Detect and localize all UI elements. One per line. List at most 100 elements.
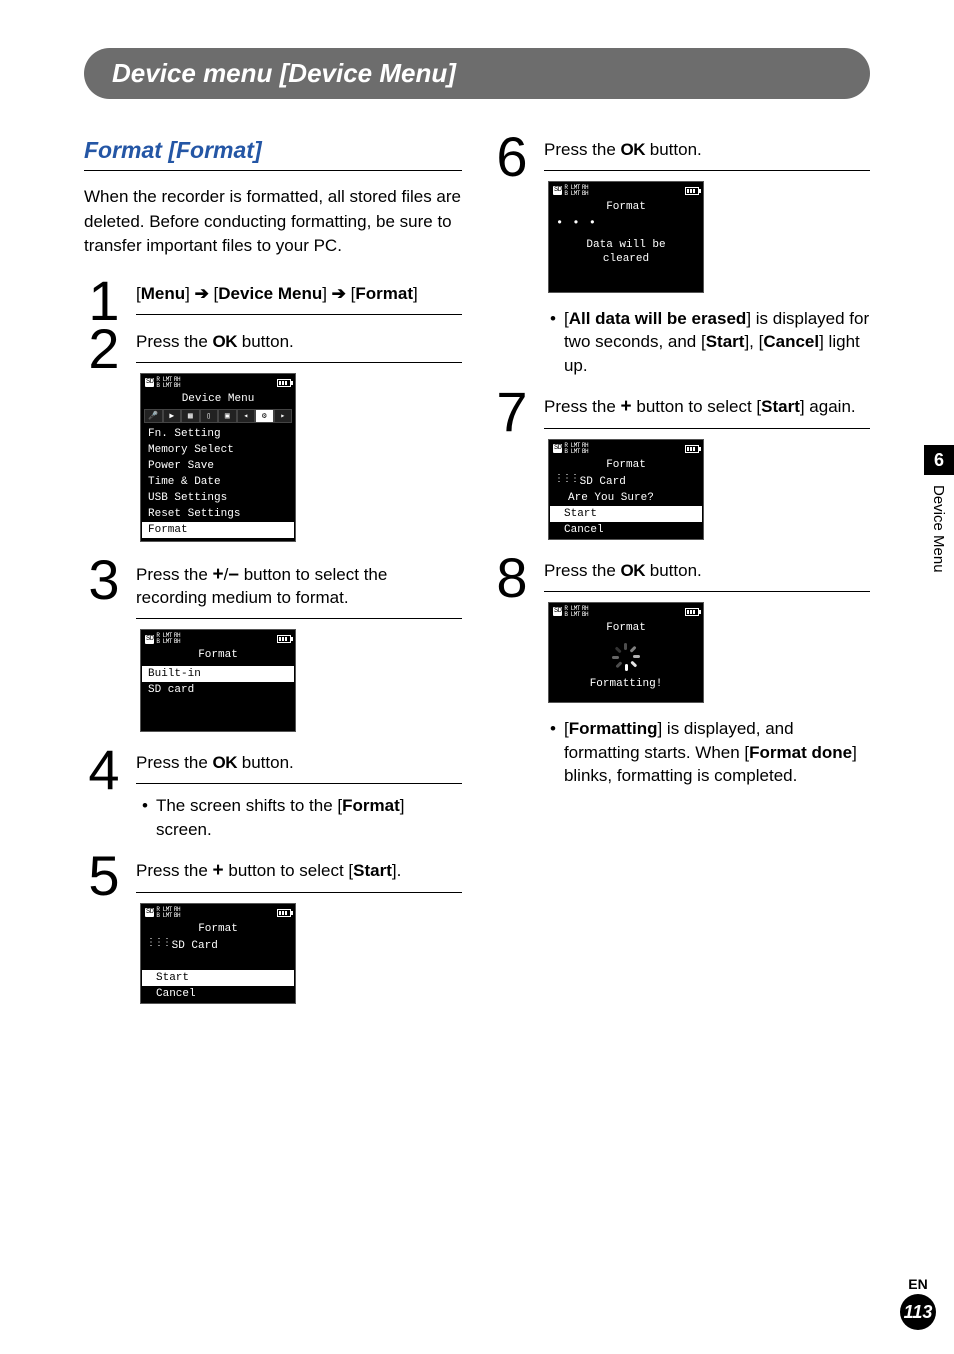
rh-icon: RHBH [174,377,180,389]
list-item: Cancel [550,522,702,538]
text: ] again. [800,397,856,416]
lmt-icon: R LMTB LMT [564,185,580,197]
step-2-number: 2 [84,325,124,373]
chapter-label: Device Menu [924,475,953,583]
format-heading: Format [Format] [84,137,462,164]
step-8-number: 8 [492,554,532,602]
text: button. [237,753,294,772]
step-5: 5 Press the + button to select [Start]. … [84,856,462,1018]
step-4: 4 Press the OK button. • The screen shif… [84,750,462,852]
heading-rule [84,170,462,171]
step-4-note: • The screen shifts to the [Format] scre… [142,794,462,842]
intro-paragraph: When the recorder is formatted, all stor… [84,185,462,259]
plus-button-label: + [213,564,224,585]
sd-icon: SD [145,908,154,917]
sd-icon: SD [553,186,562,195]
step-2: 2 Press the OK button. SD R LMTB LMT RHB… [84,329,462,556]
text: The screen shifts to the [ [156,796,342,815]
list-item-selected: Built-in [142,666,294,682]
language-code: EN [900,1276,936,1292]
step-4-text: Press the OK button. [136,752,462,784]
text: button to select [ [224,861,353,880]
text: cleared [603,253,649,265]
rh-icon: RHBH [582,185,588,197]
text: button. [237,332,294,351]
spinner-icon [612,643,640,671]
step-1-text: [Menu] ➔ [Device Menu] ➔ [Format] [136,283,462,315]
step-5-text: Press the + button to select [Start]. [136,858,462,893]
battery-icon [685,445,699,453]
sd-icon: SD [145,635,154,644]
text: Press the [136,565,213,584]
start-label: Start [706,332,745,351]
battery-icon [277,635,291,643]
list-item-selected: Start [142,970,294,986]
list-item-selected: Format [142,522,294,538]
step-4-number: 4 [84,746,124,794]
step-8: 8 Press the OK button. SD R LMTB LMT RHB… [492,558,870,799]
list-item: Are You Sure? [550,490,702,506]
list-item: SD Card [550,474,702,490]
text: Press the [136,753,213,772]
lcd-title: Format [142,646,294,664]
lcd-format-clear: SD R LMTB LMT RHBH Format • • • Data wil… [548,181,704,293]
minus-button-label: – [228,564,239,585]
sd-icon: SD [553,444,562,453]
text: Press the [136,332,213,351]
lmt-icon: R LMTB LMT [156,907,172,919]
step-6: 6 Press the OK button. SD R LMTB LMT RHB… [492,137,870,388]
arrow-icon: ➔ [332,285,346,302]
battery-icon [277,379,291,387]
list-item: Fn. Setting [142,426,294,442]
step-3-text: Press the +/– button to select the recor… [136,562,462,620]
lmt-icon: R LMTB LMT [564,606,580,618]
grid-icon [556,477,565,486]
side-tab: 6 Device Menu [924,445,954,583]
footer: EN 113 [900,1276,936,1330]
text: ], [ [744,332,763,351]
list-item: SD card [142,682,294,698]
step-6-text: Press the OK button. [544,139,870,171]
text: SD Card [580,476,626,488]
menu-label: Menu [141,284,185,303]
plus-button-label: + [213,860,224,881]
rh-icon: RHBH [174,907,180,919]
lcd-title: Format [142,920,294,938]
bold-text: Formatting [569,719,658,738]
lcd-title: Format [550,198,702,216]
text: SD Card [172,940,218,952]
text: button. [645,561,702,580]
format-label: Format [355,284,413,303]
lcd-device-menu: SD R LMTB LMT RHBH Device Menu 🎤▶▦▯▣◂⚙▸ … [140,373,296,542]
battery-icon [277,909,291,917]
section-header: Device menu [Device Menu] [84,48,870,99]
left-column: Format [Format] When the recorder is for… [84,137,462,1022]
step-6-note: • [All data will be erased] is displayed… [550,307,870,378]
step-8-text: Press the OK button. [544,560,870,592]
rh-icon: RHBH [582,443,588,455]
arrow-icon: ➔ [195,285,209,302]
list-item: USB Settings [142,490,294,506]
text: Formatting! [550,677,702,701]
bold-text: Format done [749,743,852,762]
text: button. [645,140,702,159]
step-5-number: 5 [84,852,124,900]
ok-button-label: OK [213,332,238,351]
battery-icon [685,187,699,195]
lcd-title: Format [550,619,702,637]
text: Press the [544,397,621,416]
step-7-number: 7 [492,388,532,436]
lcd-format-confirm: SD R LMTB LMT RHBH Format SD Card Are Yo… [548,439,704,540]
text: Press the [544,561,621,580]
list-item-selected: Start [550,506,702,522]
text: Press the [136,861,213,880]
lcd-format-start: SD R LMTB LMT RHBH Format SD Card Start … [140,903,296,1004]
lcd-title: Format [550,456,702,474]
step-3-number: 3 [84,556,124,604]
bold-text: All data will be erased [569,309,747,328]
grid-icon [148,941,157,950]
ok-button-label: OK [621,140,646,159]
lmt-icon: R LMTB LMT [564,443,580,455]
lcd-tabs: 🎤▶▦▯▣◂⚙▸ [142,408,294,424]
list-item: Power Save [142,458,294,474]
